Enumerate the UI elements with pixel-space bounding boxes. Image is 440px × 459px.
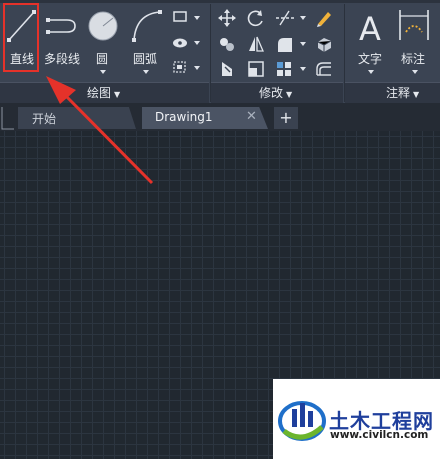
- rectangle-button[interactable]: [170, 9, 202, 27]
- circle-button[interactable]: 圆: [86, 4, 120, 80]
- close-tab-icon[interactable]: ✕: [246, 109, 257, 124]
- arc-dropdown-icon[interactable]: [143, 70, 149, 74]
- modify-panel-title[interactable]: 修改 ▼: [259, 84, 292, 101]
- stretch-button[interactable]: [217, 59, 239, 79]
- copy-button[interactable]: [217, 34, 239, 54]
- line-button-highlight: [3, 3, 39, 72]
- watermark-url: www.civilcn.com: [330, 429, 429, 441]
- circle-label: 圆: [96, 52, 109, 66]
- offset-button[interactable]: [314, 59, 336, 79]
- fillet-dropdown-icon[interactable]: [300, 42, 306, 46]
- polyline-icon: [46, 18, 76, 34]
- rectangle-icon: [173, 11, 187, 22]
- rectangle-dropdown-icon[interactable]: [194, 16, 200, 20]
- watermark-logo-icon: [278, 401, 326, 441]
- trim-button[interactable]: [274, 8, 308, 28]
- draw-panel-title[interactable]: 绘图 ▼: [87, 84, 120, 101]
- dimension-label: 标注: [401, 52, 426, 66]
- text-button[interactable]: A 文字: [352, 4, 390, 80]
- region-button[interactable]: [170, 59, 202, 77]
- tab-start-label: 开始: [32, 112, 57, 126]
- array-icon: [277, 62, 291, 76]
- annotation-panel-title-text: 注释: [386, 86, 411, 100]
- trim-dropdown-icon[interactable]: [300, 16, 306, 20]
- tab-drawing1[interactable]: Drawing1 ✕: [142, 107, 268, 129]
- region-dropdown-icon[interactable]: [194, 66, 200, 70]
- draw-panel-chevron-icon: ▼: [114, 90, 121, 99]
- mirror-button[interactable]: [246, 34, 268, 54]
- plus-icon: +: [279, 108, 293, 127]
- new-tab-button[interactable]: +: [274, 107, 298, 129]
- polyline-label: 多段线: [44, 52, 81, 66]
- scale-button[interactable]: [246, 59, 268, 79]
- dimension-icon: [399, 10, 429, 40]
- erase-icon: [317, 12, 331, 27]
- mirror-icon: [249, 36, 264, 52]
- arc-button[interactable]: 圆弧: [128, 4, 164, 80]
- annotation-panel-title[interactable]: 注释 ▼: [386, 84, 419, 101]
- text-icon: A: [359, 10, 381, 46]
- hatch-dropdown-icon[interactable]: [194, 41, 200, 45]
- text-label: 文字: [358, 52, 383, 66]
- rotate-button[interactable]: [246, 8, 268, 28]
- explode-icon: [317, 38, 332, 52]
- svg-text:A: A: [359, 10, 381, 46]
- arc-label: 圆弧: [133, 52, 158, 66]
- ribbon: 直线 多段线 圆 圆弧 A 文字 标注 绘图 ▼ 修改 ▼ 注释 ▼: [0, 0, 440, 103]
- explode-button[interactable]: [314, 34, 336, 54]
- modify-panel-chevron-icon: ▼: [286, 90, 293, 99]
- tab-bar-edge-icon: [1, 107, 14, 130]
- stretch-icon: [222, 62, 232, 76]
- scale-icon: [248, 61, 264, 77]
- circle-icon: [88, 11, 118, 41]
- offset-icon: [316, 62, 331, 76]
- modify-panel-title-text: 修改: [259, 86, 284, 100]
- copy-icon: [220, 38, 234, 51]
- dimension-dropdown-icon[interactable]: [412, 70, 418, 74]
- hatch-button[interactable]: [170, 34, 202, 52]
- polyline-button[interactable]: 多段线: [43, 4, 83, 80]
- ribbon-top-edge: [0, 0, 440, 3]
- trim-icon: [276, 10, 294, 26]
- region-icon: [173, 61, 186, 73]
- tab-drawing1-label: Drawing1: [155, 110, 213, 124]
- array-button[interactable]: [274, 59, 308, 79]
- erase-button[interactable]: [314, 8, 336, 28]
- tab-start[interactable]: 开始: [18, 107, 136, 129]
- rotate-icon: [247, 10, 263, 27]
- hatch-icon: [173, 38, 187, 48]
- move-icon: [218, 9, 236, 27]
- fillet-icon: [278, 38, 292, 52]
- draw-panel-title-text: 绘图: [87, 86, 112, 100]
- dimension-button[interactable]: 标注: [396, 4, 434, 80]
- text-dropdown-icon[interactable]: [368, 70, 374, 74]
- watermark: 土木工程网 www.civilcn.com: [273, 379, 440, 459]
- fillet-button[interactable]: [274, 34, 308, 54]
- arc-icon: [132, 10, 162, 42]
- annotation-panel-chevron-icon: ▼: [413, 90, 420, 99]
- move-button[interactable]: [217, 8, 239, 28]
- circle-dropdown-icon[interactable]: [100, 70, 106, 74]
- array-dropdown-icon[interactable]: [300, 67, 306, 71]
